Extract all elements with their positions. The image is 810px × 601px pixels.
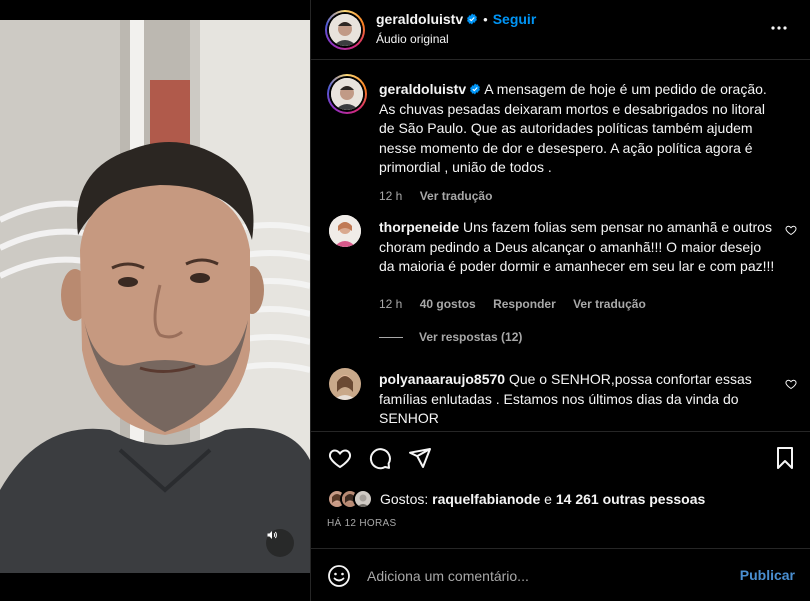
caption-time[interactable]: 12 h — [379, 189, 402, 203]
speaker-icon — [267, 531, 277, 539]
mute-toggle-button[interactable] — [266, 529, 294, 557]
post-timestamp[interactable]: HÁ 12 HORAS — [327, 518, 396, 529]
view-replies-button[interactable]: Ver respostas (12) — [379, 330, 522, 344]
caption-author-avatar[interactable] — [327, 74, 367, 114]
publish-button[interactable]: Publicar — [740, 567, 795, 583]
comment-body: polyanaaraujo8570 Que o SENHOR,possa con… — [379, 370, 779, 429]
post-caption: geraldoluistv A mensagem de hoje é um pe… — [327, 73, 797, 203]
heart-icon[interactable] — [785, 224, 797, 236]
post-media[interactable] — [0, 0, 310, 601]
replies-divider-line — [379, 336, 403, 338]
caption-body: geraldoluistv A mensagem de hoje é um pe… — [379, 80, 779, 178]
liker-avatar — [353, 489, 373, 509]
caption-author[interactable]: geraldoluistv — [379, 81, 466, 97]
post-actions — [311, 431, 810, 486]
emoji-icon[interactable] — [327, 564, 351, 588]
commenter-avatar[interactable] — [329, 368, 361, 400]
audio-label[interactable]: Áudio original — [376, 32, 449, 46]
bookmark-icon[interactable] — [773, 446, 797, 470]
comment-meta: 12 h 40 gostos Responder Ver tradução — [379, 297, 660, 311]
verified-icon — [467, 13, 478, 25]
caption-translate-link[interactable]: Ver tradução — [420, 189, 493, 203]
liker-username[interactable]: raquelfabianode — [432, 491, 540, 507]
comment-composer: Publicar — [311, 548, 810, 601]
heart-icon[interactable] — [785, 378, 797, 390]
video-still — [0, 20, 310, 573]
comment-likes-count[interactable]: 40 gostos — [420, 297, 476, 311]
reply-button[interactable]: Responder — [493, 297, 556, 311]
likes-others-link[interactable]: 14 261 outras pessoas — [556, 491, 705, 507]
video-frame[interactable] — [0, 20, 310, 573]
comment-icon[interactable] — [368, 446, 392, 470]
likes-prefix: Gostos: — [380, 491, 429, 507]
comment-time[interactable]: 12 h — [379, 297, 402, 311]
comment-input[interactable] — [367, 563, 727, 589]
likes-connector: e — [544, 491, 552, 507]
commenter-avatar[interactable] — [329, 215, 361, 247]
heart-icon[interactable] — [328, 446, 352, 470]
more-options-icon[interactable] — [767, 16, 791, 40]
comments-list[interactable]: geraldoluistv A mensagem de hoje é um pe… — [311, 61, 810, 431]
verified-icon — [470, 83, 481, 95]
comment-item: thorpeneide Uns fazem folias sem pensar … — [327, 213, 797, 343]
post-panel: geraldoluistv • Seguir Áudio original gera… — [310, 0, 810, 601]
likes-text: Gostos: raquelfabianode e 14 261 outras … — [380, 491, 705, 507]
comment-translate-link[interactable]: Ver tradução — [573, 297, 646, 311]
comment-item: polyanaaraujo8570 Que o SENHOR,possa con… — [327, 368, 797, 431]
author-avatar[interactable] — [325, 10, 365, 50]
view-replies-label: Ver respostas (12) — [419, 330, 523, 344]
share-icon[interactable] — [408, 446, 432, 470]
follow-button[interactable]: Seguir — [493, 11, 537, 27]
comment-body: thorpeneide Uns fazem folias sem pensar … — [379, 218, 779, 277]
post-header: geraldoluistv • Seguir Áudio original — [311, 0, 810, 60]
likes-summary: Gostos: raquelfabianode e 14 261 outras … — [327, 488, 705, 510]
comment-author[interactable]: polyanaaraujo8570 — [379, 371, 505, 387]
caption-meta: 12 h Ver tradução — [379, 189, 506, 203]
separator-dot: • — [483, 12, 488, 27]
author-username[interactable]: geraldoluistv — [376, 11, 463, 27]
comment-author[interactable]: thorpeneide — [379, 219, 459, 235]
